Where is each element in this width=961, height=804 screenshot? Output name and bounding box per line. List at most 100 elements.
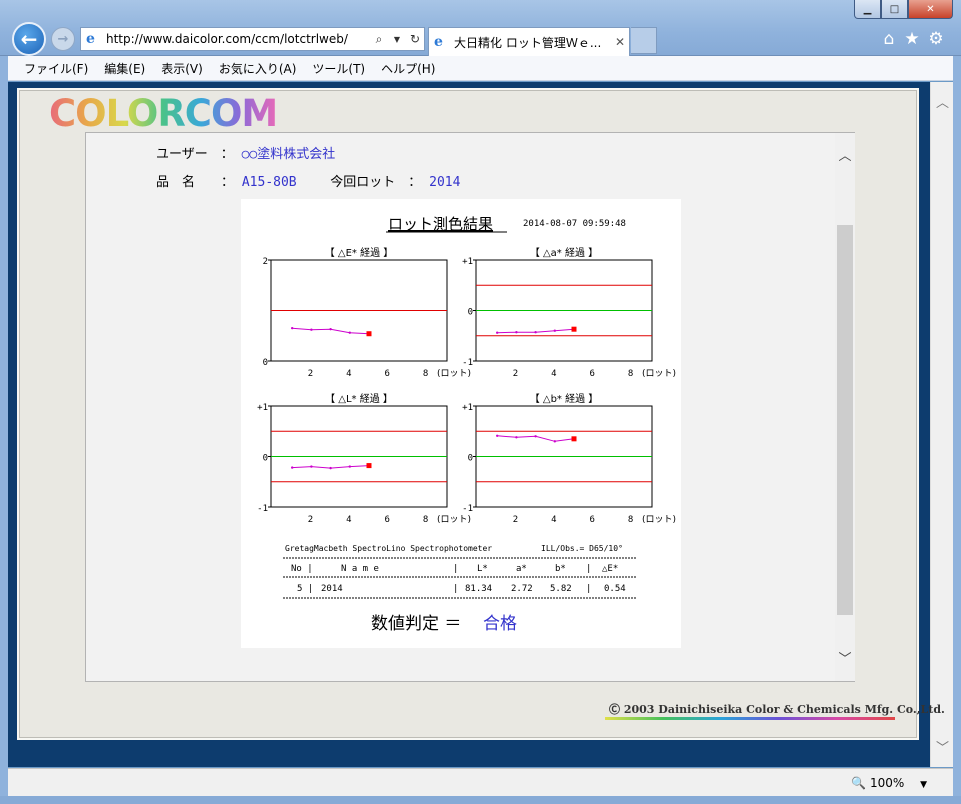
x-tick-label: 8	[423, 515, 428, 525]
dropdown-icon[interactable]: ▼	[388, 35, 406, 44]
menu-file[interactable]: ファイル(F)	[24, 60, 88, 77]
zoom-control[interactable]: 🔍 100% ▼	[851, 776, 927, 790]
address-url[interactable]: http://www.daicolor.com/ccm/lotctrlweb/	[106, 32, 370, 46]
data-point	[291, 326, 294, 330]
data-point	[553, 440, 556, 443]
colorcom-logo: COLORCOM	[49, 92, 278, 135]
menu-view[interactable]: 表示(V)	[161, 60, 203, 77]
search-icon[interactable]: ⌕	[370, 32, 388, 47]
table-cell-l: 81.34	[465, 584, 492, 594]
table-header-row: No | N a m e | L* a* b* | △E*	[291, 564, 618, 574]
lot-label: 今回ロット ：	[330, 175, 422, 190]
y-tick-label: -1	[257, 504, 268, 514]
page-scrollbar[interactable]: ︿ ﹀	[930, 82, 953, 767]
y-tick-label: 2	[263, 257, 268, 267]
menu-favorites[interactable]: お気に入り(A)	[219, 60, 297, 77]
scroll-up-icon[interactable]: ︿	[931, 92, 954, 111]
arrow-right-icon: →	[57, 31, 69, 47]
gear-icon[interactable]: ⚙	[926, 29, 946, 49]
data-point	[329, 327, 332, 331]
data-point	[515, 331, 518, 334]
menu-tools[interactable]: ツール(T)	[312, 60, 365, 77]
statusbar: 🔍 100% ▼	[8, 768, 953, 796]
table-header-b: b*	[555, 564, 566, 574]
forward-button[interactable]: →	[51, 27, 75, 51]
table-header-sep2: |	[586, 564, 591, 574]
table-cell-b: 5.82	[550, 584, 572, 594]
judgement-value: 合格	[483, 614, 517, 634]
data-point	[329, 466, 332, 470]
new-tab-button[interactable]	[631, 27, 657, 54]
y-tick-label: +1	[257, 403, 268, 413]
x-tick-label: 2	[513, 369, 518, 379]
data-point	[534, 331, 537, 334]
data-point	[310, 328, 313, 331]
copyright-rainbow-bar	[605, 717, 895, 720]
table-header-name: N a m e	[341, 564, 379, 574]
report-scroll-thumb[interactable]	[837, 225, 853, 615]
judgement-label: 数値判定 ＝	[371, 614, 461, 634]
y-tick-label: +1	[462, 403, 473, 413]
report-timestamp: 2014-08-07 09:59:48	[523, 219, 626, 229]
close-button[interactable]: ✕	[908, 0, 953, 19]
favorites-star-icon[interactable]: ★	[902, 29, 922, 49]
tab-title: 大日精化 ロット管理Ｗｅ...	[454, 35, 602, 50]
x-tick-label: 6	[384, 515, 389, 525]
user-row: ユーザー ： ○○塗料株式会社	[156, 143, 335, 162]
data-point	[534, 435, 537, 438]
report-frame: ユーザー ： ○○塗料株式会社 品 名 ： A15-80B 今回ロット ： 20…	[85, 132, 855, 682]
x-axis-label: (ロット)	[642, 515, 676, 525]
y-tick-label: 0	[263, 358, 268, 368]
refresh-icon[interactable]: ↻	[406, 32, 424, 46]
chart-title: 【 △E* 経過 】	[325, 246, 394, 259]
x-tick-label: 2	[308, 369, 313, 379]
y-tick-label: -1	[462, 358, 473, 368]
x-tick-label: 8	[628, 369, 633, 379]
data-point	[348, 465, 351, 468]
x-tick-label: 2	[308, 515, 313, 525]
table-header-a: a*	[516, 564, 527, 574]
menubar: ファイル(F) 編集(E) 表示(V) お気に入り(A) ツール(T) ヘルプ(…	[8, 56, 953, 81]
maximize-button[interactable]: □	[881, 0, 908, 19]
ie-icon: e	[434, 34, 443, 50]
menu-edit[interactable]: 編集(E)	[104, 60, 145, 77]
data-point	[496, 331, 499, 334]
report-scroll-down-icon[interactable]: ﹀	[835, 648, 855, 667]
report-scrollbar[interactable]: ︿ ﹀	[835, 133, 855, 681]
back-button[interactable]: ←	[12, 22, 46, 56]
lot-value: 2014	[429, 175, 461, 190]
tab-active[interactable]: e 大日精化 ロット管理Ｗｅ... ✕	[428, 27, 630, 56]
x-tick-label: 8	[423, 369, 428, 379]
y-tick-label: 0	[468, 454, 473, 464]
minimize-button[interactable]: ▁	[854, 0, 881, 19]
tab-close-icon[interactable]: ✕	[611, 35, 629, 49]
table-cell-de: 0.54	[604, 584, 626, 594]
window-border-left	[0, 56, 8, 796]
address-bar[interactable]: e http://www.daicolor.com/ccm/lotctrlweb…	[80, 27, 425, 51]
zoom-dropdown-icon[interactable]: ▼	[920, 780, 927, 790]
table-cell-no: 5 |	[297, 584, 313, 594]
report-title: ロット測色結果	[388, 215, 493, 233]
x-tick-label: 4	[551, 369, 556, 379]
table-cell-a: 2.72	[511, 584, 533, 594]
chart-title: 【 △L* 経過 】	[325, 392, 393, 405]
table-cell-sep: |	[453, 584, 458, 594]
instrument-label: GretagMacbeth SpectroLino Spectrophotome…	[285, 544, 492, 553]
menu-help[interactable]: ヘルプ(H)	[381, 60, 435, 77]
arrow-left-icon: ←	[20, 27, 38, 51]
x-axis-label: (ロット)	[642, 369, 676, 379]
measurement-report: ロット測色結果 2014-08-07 09:59:48 【 △E* 経過 】 2 0…	[241, 199, 681, 648]
ie-icon: e	[86, 31, 95, 47]
chart-title: 【 △b* 経過 】	[530, 392, 599, 405]
table-header-de: △E*	[602, 564, 618, 574]
home-icon[interactable]: ⌂	[879, 29, 899, 49]
product-row: 品 名 ： A15-80B 今回ロット ： 2014	[156, 171, 460, 190]
scroll-down-icon[interactable]: ﹀	[931, 737, 954, 756]
x-tick-label: 6	[589, 369, 594, 379]
latest-point	[571, 326, 577, 332]
latest-point	[571, 436, 577, 442]
table-header-l: L*	[477, 564, 488, 574]
product-label: 品 名 ：	[156, 175, 235, 190]
y-tick-label: -1	[462, 504, 473, 514]
report-scroll-up-icon[interactable]: ︿	[835, 145, 855, 164]
